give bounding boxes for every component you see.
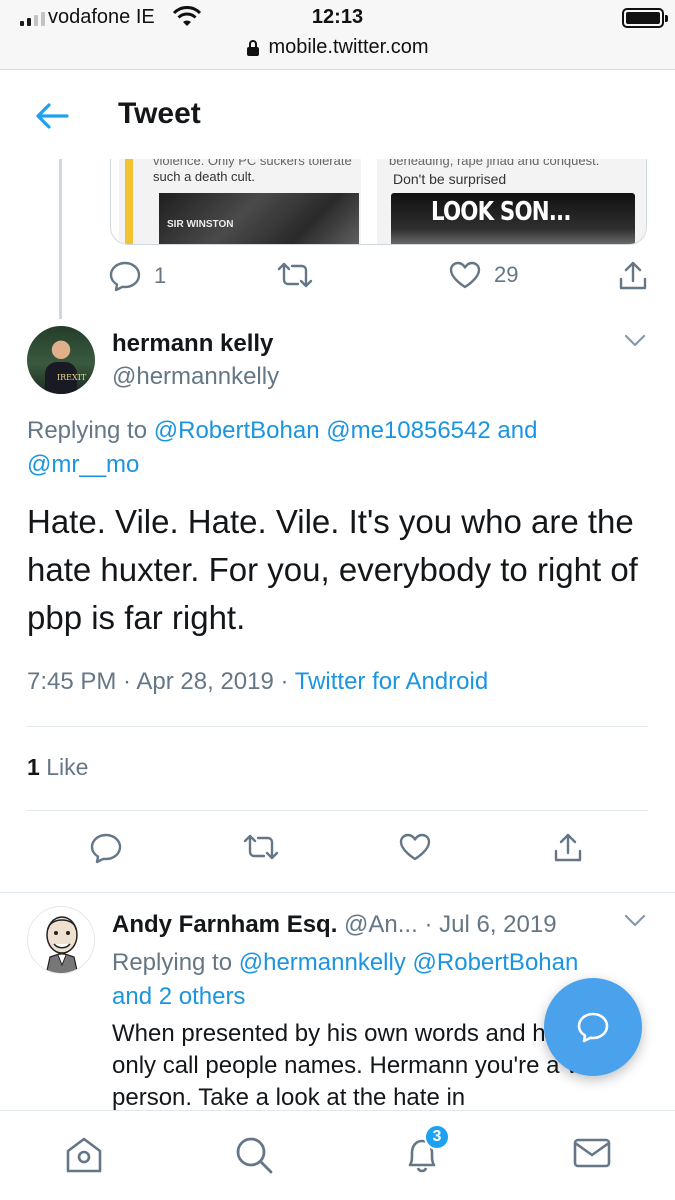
context-retweet-button[interactable] (276, 260, 314, 290)
mention-link[interactable]: @me10856542 (326, 417, 490, 444)
mention-link[interactable]: @hermannkelly (239, 949, 406, 976)
reply-replying-to: Replying to @hermannkelly @RobertBohan a… (112, 946, 622, 1014)
caricature-avatar-image (45, 916, 79, 973)
like-icon[interactable] (398, 832, 432, 862)
mention-link[interactable]: @RobertBohan (154, 417, 320, 444)
bottom-navigation (0, 1110, 675, 1200)
retweet-icon (277, 262, 313, 288)
replying-and: and (497, 417, 538, 444)
divider (27, 726, 648, 727)
reply-author-name[interactable]: Andy Farnham Esq. (112, 911, 337, 938)
context-media-card[interactable]: violence. Only PC suckers tolerate such … (110, 159, 647, 245)
avatar[interactable] (27, 906, 95, 974)
chevron-down-icon[interactable] (624, 334, 646, 348)
chevron-down-icon[interactable] (624, 914, 646, 928)
media-image-left[interactable]: violence. Only PC suckers tolerate such … (119, 159, 361, 244)
tweet-actions (0, 832, 675, 872)
context-reply-button[interactable]: 1 (108, 260, 166, 292)
mention-link[interactable]: @RobertBohan (413, 949, 579, 976)
media-right-photo-text: LOOK SON... (431, 197, 571, 227)
media-right-caption: Don't be surprised (393, 171, 507, 187)
media-image-right[interactable]: beheading, rape jihad and conquest. Don'… (377, 159, 646, 244)
reply-author-handle[interactable]: @An... (344, 911, 418, 938)
status-time: 12:13 (311, 6, 364, 28)
url-bar[interactable]: mobile.twitter.com (0, 36, 675, 59)
media-left-cut-text: violence. Only PC suckers tolerate (153, 159, 352, 168)
thread-connector-line (59, 159, 62, 319)
context-like-count: 29 (494, 262, 519, 287)
url-text: mobile.twitter.com (268, 36, 429, 58)
author-handle[interactable]: @hermannkelly (112, 363, 279, 391)
divider (0, 892, 675, 893)
avatar-badge-text: IREXIT (57, 373, 87, 382)
search-icon[interactable] (234, 1135, 274, 1175)
context-share-button[interactable] (618, 260, 648, 292)
tweet-text: Hate. Vile. Hate. Vile. It's you who are… (27, 503, 638, 636)
like-icon (449, 261, 481, 289)
battery-icon (622, 8, 668, 28)
ios-status-bar: vodafone IE 12:13 mobile.twitter.com (0, 0, 675, 70)
tweet-date[interactable]: Apr 28, 2019 (136, 668, 273, 695)
share-icon[interactable] (553, 832, 583, 864)
reply-header: Andy Farnham Esq. @An... · Jul 6, 2019 (112, 911, 557, 938)
notifications-badge: 3 (424, 1124, 450, 1150)
avatar[interactable]: IREXIT (27, 326, 95, 394)
replying-to: Replying to @RobertBohan @me10856542 and… (27, 414, 647, 482)
reply-icon (109, 261, 141, 292)
page-title: Tweet (118, 97, 201, 130)
replying-prefix: Replying to (27, 417, 148, 444)
tweet-time[interactable]: 7:45 PM (27, 668, 116, 695)
messages-icon[interactable] (572, 1135, 612, 1171)
likes-label: Like (46, 754, 89, 780)
likes-count: 1 (27, 754, 40, 780)
context-like-button[interactable]: 29 (448, 260, 518, 290)
share-icon (619, 261, 647, 290)
others-link[interactable]: and 2 others (112, 983, 245, 1010)
reply-date[interactable]: Jul 6, 2019 (439, 911, 556, 938)
media-left-photo-text: SIR WINSTON (167, 219, 234, 230)
reply-icon[interactable] (89, 832, 123, 864)
page-header: Tweet (0, 71, 675, 159)
back-arrow-icon[interactable] (34, 101, 70, 131)
compose-reply-icon (577, 1012, 609, 1043)
divider (27, 810, 648, 811)
home-icon[interactable] (64, 1135, 104, 1175)
retweet-icon[interactable] (242, 832, 280, 862)
context-reply-count: 1 (154, 263, 167, 288)
media-right-cut-text: beheading, rape jihad and conquest. (389, 159, 600, 168)
author-name[interactable]: hermann kelly (112, 330, 273, 358)
tweet-timestamp: 7:45 PM · Apr 28, 2019 · Twitter for And… (27, 668, 489, 695)
replying-prefix: Replying to (112, 949, 233, 976)
lock-icon (247, 39, 260, 56)
mention-link[interactable]: @mr__mo (27, 451, 139, 478)
media-left-caption: such a death cult. (153, 169, 255, 184)
compose-reply-button[interactable] (544, 978, 642, 1076)
likes-summary[interactable]: 1 Like (27, 754, 88, 781)
context-tweet-actions: 1 29 (108, 260, 653, 300)
tweet-source[interactable]: Twitter for Android (295, 668, 488, 695)
